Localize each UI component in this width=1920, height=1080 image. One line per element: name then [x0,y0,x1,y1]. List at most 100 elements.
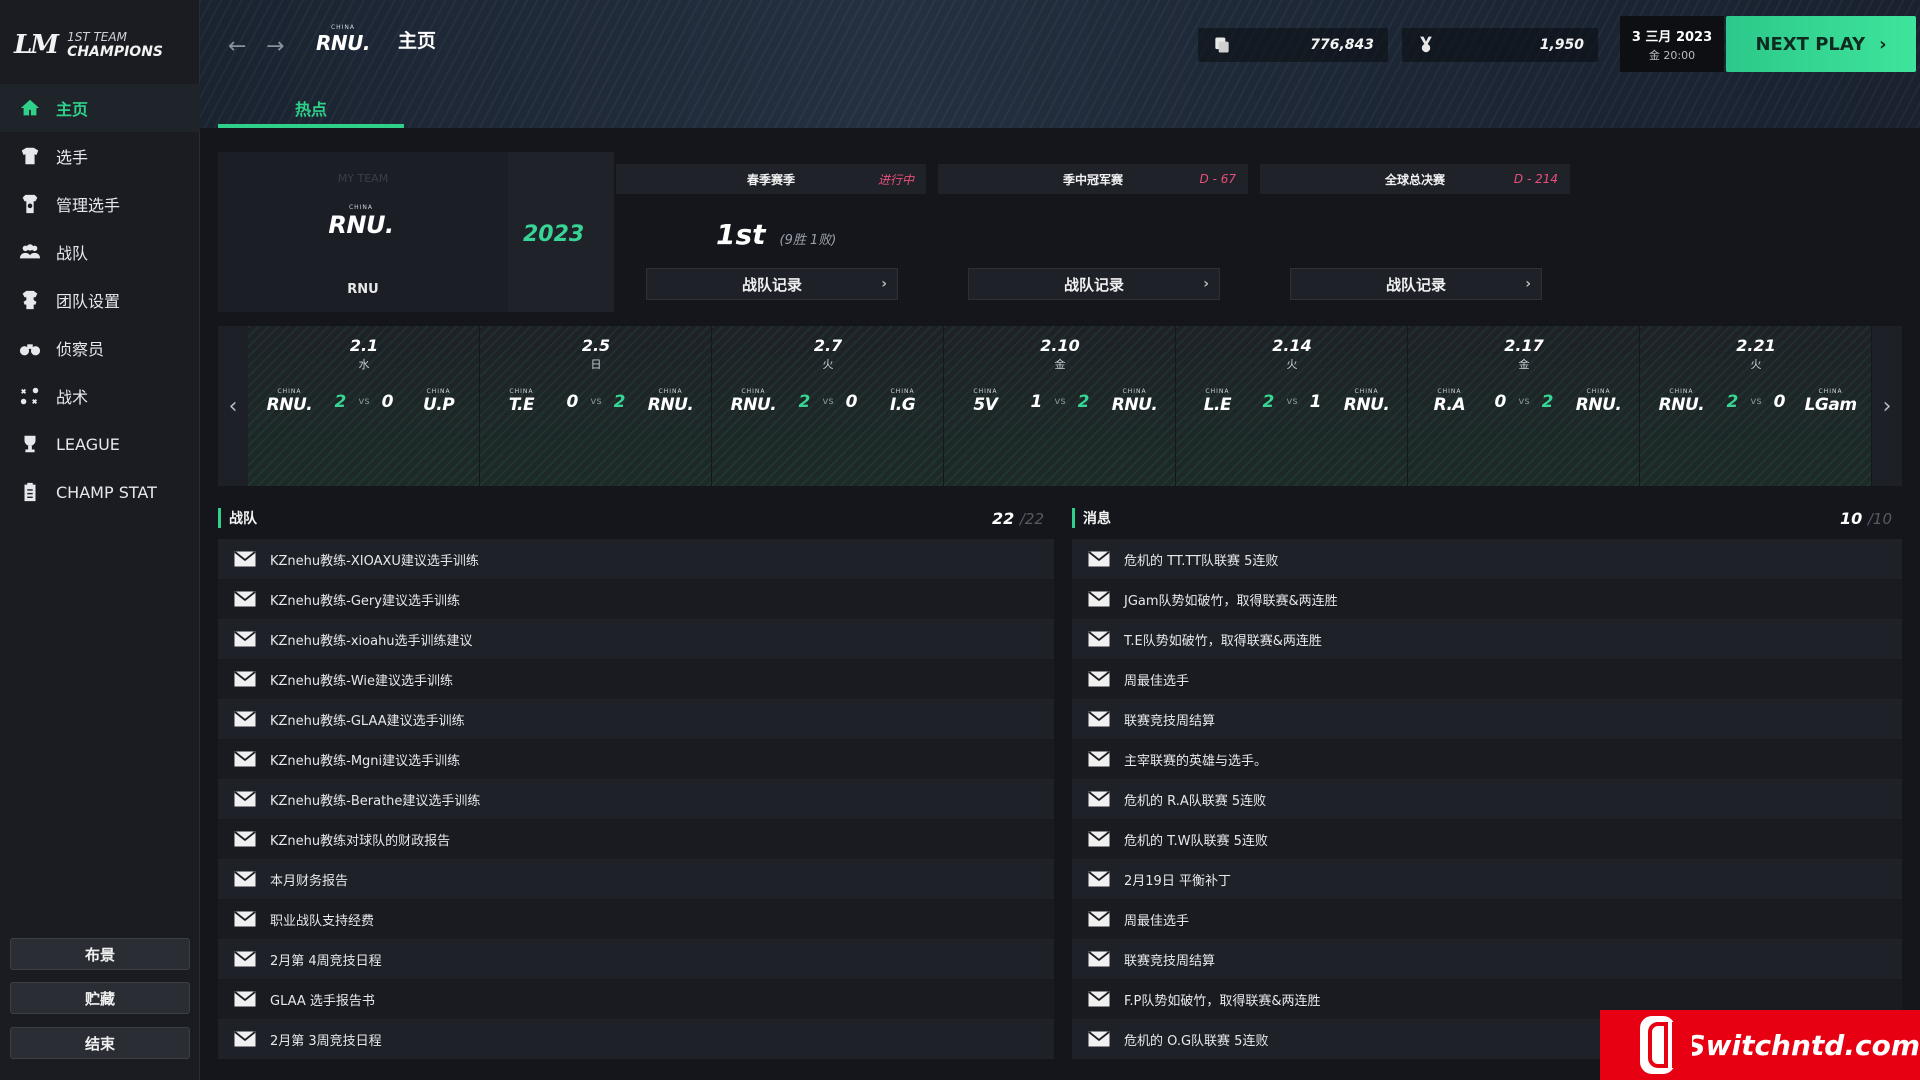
switch-logo-icon [1640,1016,1692,1074]
season-msi: 季中冠军赛 D - 67 [938,164,1248,194]
chevron-left-icon[interactable]: ‹ [218,326,248,486]
list-item-label: KZnehu教练-Berathe建议选手训练 [270,793,481,809]
chevron-right-icon: › [1879,33,1887,55]
list-item[interactable]: 主宰联赛的英雄与选手。 [1072,739,1902,779]
list-item-label: GLAA 选手报告书 [270,993,375,1009]
list-item[interactable]: JGam队势如破竹，取得联赛&两连胜 [1072,579,1902,619]
list-item[interactable]: T.E队势如破竹，取得联赛&两连胜 [1072,619,1902,659]
list-item[interactable]: 2月第 4周竞技日程 [218,939,1054,979]
sidebar-item-team-settings[interactable]: 团队设置 [0,276,200,324]
match-card[interactable]: 2.10 金 CHINA 5V 1 vs 2 CHINA RNU. [944,326,1176,486]
away-team: CHINA U.P [422,388,455,415]
list-item[interactable]: KZnehu教练-Berathe建议选手训练 [218,779,1054,819]
sidebar-item-league[interactable]: LEAGUE [0,420,200,468]
vs-label: vs [822,396,834,407]
list-item[interactable]: 周最佳选手 [1072,899,1902,939]
match-date: 2.7 [813,336,843,355]
list-item[interactable]: KZnehu教练-Gery建议选手训练 [218,579,1054,619]
home-team: CHINA 5V [973,388,998,415]
list-item-label: 危机的 TT.TT队联赛 5连败 [1124,553,1279,569]
match-day: 金 [1518,358,1530,371]
list-item[interactable]: KZnehu教练-Wie建议选手训练 [218,659,1054,699]
sidebar-item-label: 战术 [56,388,89,407]
chevron-right-icon[interactable]: › [1872,326,1902,486]
clipboard-icon [18,480,42,504]
match-card[interactable]: 2.17 金 CHINA R.A 0 vs 2 CHINA RNU. [1408,326,1640,486]
match-card[interactable]: 2.1 水 CHINA RNU. 2 vs 0 CHINA U.P [248,326,480,486]
tab-hot[interactable]: 热点 [218,92,404,128]
sidebar-item-players[interactable]: 选手 [0,132,200,180]
sidebar-item-label: 主页 [56,100,89,119]
vs-label: vs [1054,396,1066,407]
team-inbox: 战队 22 /22 KZnehu教练-XIOAXU建议选手训练 KZnehu教练-… [218,505,1054,1060]
list-item[interactable]: 联赛竞技周结算 [1072,939,1902,979]
list-item-label: 危机的 O.G队联赛 5连败 [1124,1033,1269,1049]
list-item[interactable]: 本月财务报告 [218,859,1054,899]
match-day: 火 [1286,358,1298,371]
list-item[interactable]: 周最佳选手 [1072,659,1902,699]
exit-button[interactable]: 结束 [10,1027,190,1059]
list-item[interactable]: KZnehu教练-xioahu选手训练建议 [218,619,1054,659]
vs-label: vs [358,396,370,407]
sidebar-item-champ-stat[interactable]: CHAMP STAT [0,468,200,516]
save-button[interactable]: 贮藏 [10,982,190,1014]
match-card[interactable]: 2.5 日 CHINA T.E 0 vs 2 CHINA RNU. [480,326,712,486]
list-item[interactable]: 职业战队支持经费 [218,899,1054,939]
manage-player-icon [18,192,42,216]
home-score: 0 [1494,391,1507,412]
home-team: CHINA L.E [1203,388,1232,415]
team-record-button-msi[interactable]: 战队记录 › [968,268,1220,300]
home-score: 0 [566,391,579,412]
list-item[interactable]: 危机的 TT.TT队联赛 5连败 [1072,539,1902,579]
list-item[interactable]: 联赛竞技周结算 [1072,699,1902,739]
list-item[interactable]: KZnehu教练-Mgni建议选手训练 [218,739,1054,779]
sidebar-item-tactics[interactable]: 战术 [0,372,200,420]
season-name: 春季赛季 [746,172,795,187]
list-item[interactable]: KZnehu教练-XIOAXU建议选手训练 [218,539,1054,579]
match-day: 水 [358,358,370,371]
sidebar-item-scout[interactable]: 侦察员 [0,324,200,372]
forward-arrow-icon[interactable]: → [266,34,284,59]
header-team: CHINA RNU. 主页 [310,24,436,55]
list-item-label: KZnehu教练-Gery建议选手训练 [270,593,460,609]
away-score: 0 [381,391,394,412]
jersey-icon [18,144,42,168]
list-item[interactable]: KZnehu教练对球队的财政报告 [218,819,1054,859]
list-item[interactable]: KZnehu教练-GLAA建议选手训练 [218,699,1054,739]
team-record-button-worlds[interactable]: 战队记录 › [1290,268,1542,300]
sidebar: LM 1ST TEAM CHAMPIONS 主页 选手 管理选手 战队 团队设置 [0,0,200,1080]
home-team: CHINA R.A [1433,388,1466,415]
sidebar-item-manage-players[interactable]: 管理选手 [0,180,200,228]
list-item[interactable]: 2月19日 平衡补丁 [1072,859,1902,899]
team-inbox-title: 战队 [229,511,257,527]
home-icon [18,96,42,120]
back-arrow-icon[interactable]: ← [228,34,246,59]
coins-icon [1215,37,1229,53]
list-item[interactable]: 危机的 T.W队联赛 5连败 [1072,819,1902,859]
list-item[interactable]: GLAA 选手报告书 [218,979,1054,1019]
mail-icon [234,631,256,647]
match-date: 2.14 [1272,336,1312,355]
sidebar-item-home[interactable]: 主页 [0,84,200,132]
list-item[interactable]: 危机的 R.A队联赛 5连败 [1072,779,1902,819]
match-date: 2.1 [349,336,379,355]
team-rank: 1st (9胜 1败) [716,218,836,251]
mail-icon [234,551,256,567]
season-name: 全球总决赛 [1384,172,1445,187]
next-play-button[interactable]: NEXT PLAY › [1726,16,1916,72]
vs-label: vs [1286,396,1298,407]
mail-icon [234,991,256,1007]
match-card[interactable]: 2.7 火 CHINA RNU. 2 vs 0 CHINA I.G [712,326,944,486]
header: ← → CHINA RNU. 主页 776,843 1,950 3 三月 202… [200,0,1920,128]
sidebar-item-label: 战队 [56,244,89,263]
list-item-label: 周最佳选手 [1124,673,1190,689]
sidebar-item-team[interactable]: 战队 [0,228,200,276]
mail-icon [234,791,256,807]
list-item-label: KZnehu教练-xioahu选手训练建议 [270,633,473,649]
list-item[interactable]: 2月第 3周竞技日程 [218,1019,1054,1059]
team-record-button-spring[interactable]: 战队记录 › [646,268,898,300]
match-card[interactable]: 2.14 火 CHINA L.E 2 vs 1 CHINA RNU. [1176,326,1408,486]
list-item-label: KZnehu教练对球队的财政报告 [270,833,451,849]
match-card[interactable]: 2.21 火 CHINA RNU. 2 vs 0 CHINA LGam [1640,326,1872,486]
layout-button[interactable]: 布景 [10,938,190,970]
